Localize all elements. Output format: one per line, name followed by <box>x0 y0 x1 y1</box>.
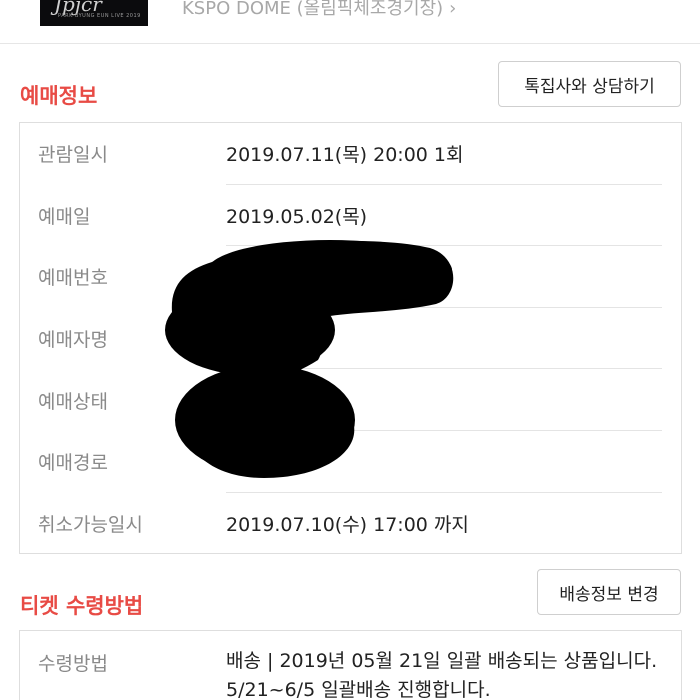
venue-name: KSPO DOME (올림픽체조경기장) <box>182 0 444 19</box>
booking-info-row: 관람일시 2019.07.11(목) 20:00 1회 <box>20 123 681 185</box>
poster-caption: PARK BYUNG EUN LIVE 2019 <box>58 13 141 19</box>
booking-info-row: 예매번호 <box>20 246 681 308</box>
row-label: 취소가능일시 <box>38 513 143 536</box>
row-label: 예매상태 <box>38 390 108 413</box>
booking-info-title: 예매정보 <box>20 84 98 108</box>
event-summary-bar[interactable]: Jpjcr PARK BYUNG EUN LIVE 2019 KSPO DOME… <box>0 0 700 44</box>
ticket-receipt-table: 수령방법 배송 | 2019년 05월 21일 일괄 배송되는 상품입니다. 5… <box>19 630 682 700</box>
row-value: 2019.07.10(수) 17:00 까지 <box>226 513 469 536</box>
row-label: 관람일시 <box>38 144 108 167</box>
booking-info-row: 취소가능일시 2019.07.10(수) 17:00 까지 <box>20 493 681 555</box>
receipt-method-label: 수령방법 <box>38 653 108 675</box>
receipt-method-value: 배송 | 2019년 05월 21일 일괄 배송되는 상품입니다. 5/21~6… <box>226 650 658 700</box>
booking-info-row: 예매경로 <box>20 431 681 493</box>
row-label: 예매일 <box>38 205 91 228</box>
row-value: 2019.05.02(목) <box>226 205 368 228</box>
ticket-receipt-title: 티켓 수령방법 <box>20 594 144 618</box>
booking-info-row: 예매자명 <box>20 308 681 370</box>
booking-info-row: 예매상태 <box>20 369 681 431</box>
row-label: 예매경로 <box>38 452 108 475</box>
event-poster-thumbnail: Jpjcr PARK BYUNG EUN LIVE 2019 <box>40 0 148 26</box>
row-label: 예매번호 <box>38 267 108 290</box>
row-label: 예매자명 <box>38 329 108 352</box>
change-delivery-info-button[interactable]: 배송정보 변경 <box>537 569 681 615</box>
venue-link[interactable]: KSPO DOME (올림픽체조경기장) › <box>182 0 456 20</box>
row-value: 2019.07.11(목) 20:00 1회 <box>226 144 464 167</box>
booking-info-table: 관람일시 2019.07.11(목) 20:00 1회 예매일 2019.05.… <box>19 122 682 554</box>
chevron-right-icon: › <box>449 0 457 19</box>
contact-agent-button[interactable]: 톡집사와 상담하기 <box>498 61 681 107</box>
booking-info-row: 예매일 2019.05.02(목) <box>20 185 681 247</box>
